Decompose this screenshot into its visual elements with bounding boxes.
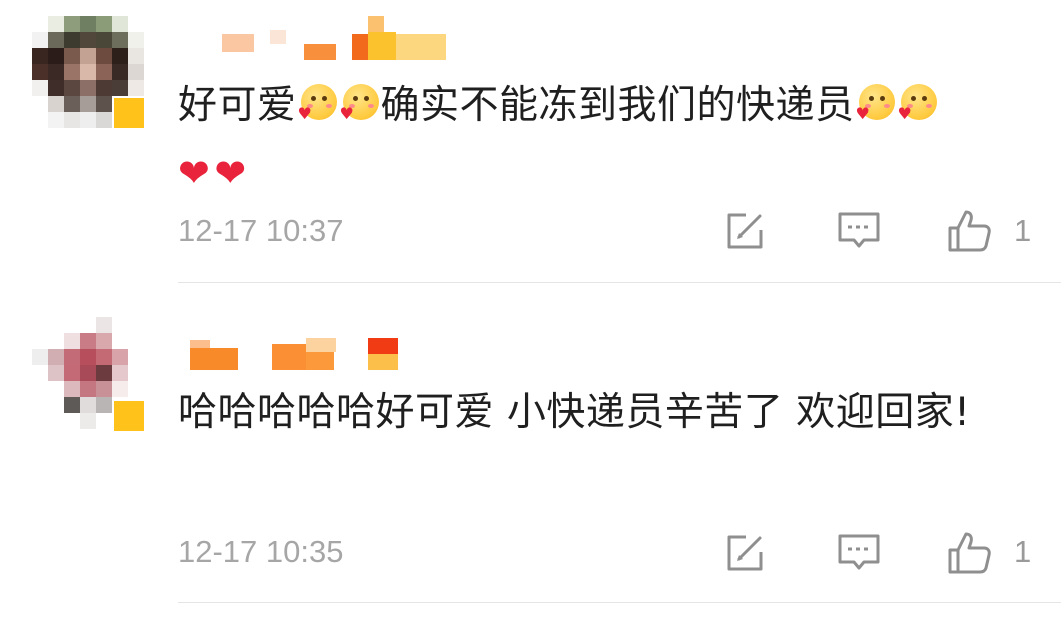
shy-blush-emoji: ♥	[898, 84, 938, 124]
forward-edit-icon	[727, 213, 763, 249]
like-count: 1	[1014, 534, 1032, 569]
shy-blush-emoji: ♥	[298, 84, 338, 124]
comment-bubble-icon	[838, 534, 880, 570]
comment-bubble-icon	[838, 212, 880, 248]
verified-badge-icon	[112, 399, 146, 433]
thumbs-up-icon	[948, 210, 991, 252]
comment-text-segment: 好可爱	[178, 83, 297, 128]
comment-timestamp: 12-17 10:35	[178, 534, 344, 569]
verified-badge-icon	[112, 96, 146, 130]
shy-blush-emoji: ♥	[856, 84, 896, 124]
like-button[interactable]	[946, 208, 992, 254]
red-heart-emoji: ❤	[178, 151, 211, 195]
divider	[178, 602, 1061, 603]
username-obscured[interactable]	[178, 16, 458, 60]
thumbs-up-icon	[948, 532, 991, 574]
username-obscured[interactable]	[178, 330, 458, 374]
comment-text-segment: 确实不能冻到我们的快递员	[380, 83, 855, 128]
forward-edit-button[interactable]	[722, 530, 768, 576]
comment-item: 哈哈哈哈哈好可爱 小快递员辛苦了 欢迎回家! 12-17 10:35 1	[0, 283, 1061, 605]
forward-edit-icon	[727, 535, 763, 571]
reply-button[interactable]	[836, 208, 882, 254]
comment-text: 好可爱 ♥ ♥ 确实不能冻到我们的快递员 ♥ ♥ ❤ ❤	[178, 74, 1028, 202]
comment-item: 好可爱 ♥ ♥ 确实不能冻到我们的快递员 ♥ ♥ ❤ ❤ 12-17 10:37 1	[0, 0, 1061, 283]
comment-text: 哈哈哈哈哈好可爱 小快递员辛苦了 欢迎回家!	[178, 390, 971, 435]
shy-blush-emoji: ♥	[340, 84, 380, 124]
comment-timestamp: 12-17 10:37	[178, 213, 344, 248]
like-count: 1	[1014, 213, 1032, 248]
forward-edit-button[interactable]	[722, 208, 768, 254]
reply-button[interactable]	[836, 530, 882, 576]
like-button[interactable]	[946, 530, 992, 576]
red-heart-emoji: ❤	[214, 151, 247, 195]
